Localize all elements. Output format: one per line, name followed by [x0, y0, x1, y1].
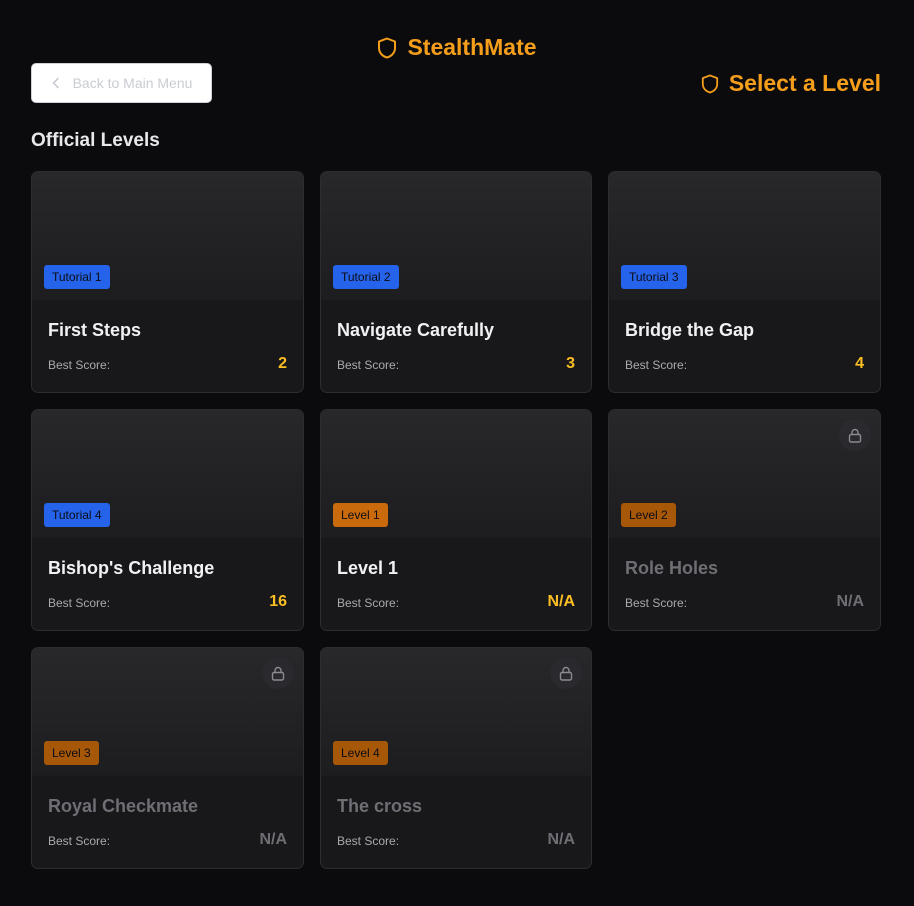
level-badge: Tutorial 4 [44, 503, 110, 527]
level-badge: Tutorial 3 [621, 265, 687, 289]
level-card[interactable]: Tutorial 2 Navigate Carefully Best Score: 3 [320, 171, 592, 393]
level-card: Level 2 Role Holes Best Score: N/A [608, 409, 881, 631]
best-score-label: Best Score: [337, 596, 400, 610]
best-score-value: N/A [547, 593, 575, 610]
back-button-label: Back to Main Menu [72, 75, 193, 91]
lock-icon [839, 419, 871, 451]
best-score-value: 4 [855, 355, 864, 372]
page-title: Select a Level [701, 70, 881, 97]
best-score-label: Best Score: [48, 358, 111, 372]
best-score-value: 2 [278, 355, 287, 372]
lock-icon [550, 657, 582, 689]
best-score-label: Best Score: [48, 596, 111, 610]
level-title: Royal Checkmate [48, 796, 199, 816]
back-to-main-menu-button[interactable]: Back to Main Menu [31, 63, 212, 103]
level-badge: Level 2 [621, 503, 676, 527]
level-title: Level 1 [337, 558, 399, 578]
level-title: First Steps [48, 320, 142, 340]
level-title: Role Holes [625, 558, 719, 578]
level-card: Level 4 The cross Best Score: N/A [320, 647, 592, 869]
best-score-value: 3 [566, 355, 575, 372]
shield-icon [378, 37, 397, 58]
level-grid: Tutorial 1 First Steps Best Score: 2 Tutoria… [31, 171, 881, 869]
best-score-label: Best Score: [337, 834, 400, 848]
best-score-label: Best Score: [48, 834, 111, 848]
best-score-value: N/A [259, 831, 287, 848]
level-badge: Level 3 [44, 741, 99, 765]
best-score-label: Best Score: [625, 358, 688, 372]
level-title: Bridge the Gap [625, 320, 755, 340]
level-badge: Level 1 [333, 503, 388, 527]
best-score-value: N/A [547, 831, 575, 848]
lock-icon [262, 657, 294, 689]
best-score-label: Best Score: [337, 358, 400, 372]
app-name: StealthMate [407, 34, 537, 60]
level-card[interactable]: Level 1 Level 1 Best Score: N/A [320, 409, 592, 631]
level-select-page: StealthMate Back to Main Menu Select a L… [0, 0, 914, 906]
level-badge: Tutorial 1 [44, 265, 110, 289]
level-badge: Tutorial 2 [333, 265, 399, 289]
level-title: Navigate Carefully [337, 320, 495, 340]
chevron-left-icon [52, 77, 59, 89]
level-title: Bishop's Challenge [48, 558, 215, 578]
section-title: Official Levels [31, 130, 160, 151]
page-title-text: Select a Level [728, 70, 881, 96]
level-title: The cross [337, 796, 423, 816]
app-brand: StealthMate [0, 34, 914, 61]
shield-icon [701, 74, 718, 93]
level-card[interactable]: Tutorial 1 First Steps Best Score: 2 [31, 171, 304, 393]
best-score-value: N/A [836, 593, 864, 610]
level-card[interactable]: Tutorial 4 Bishop's Challenge Best Score: 1… [31, 409, 304, 631]
best-score-value: 16 [269, 593, 287, 610]
best-score-label: Best Score: [625, 596, 688, 610]
level-badge: Level 4 [333, 741, 388, 765]
level-card: Level 3 Royal Checkmate Best Score: N/A [31, 647, 304, 869]
level-card[interactable]: Tutorial 3 Bridge the Gap Best Score: 4 [608, 171, 881, 393]
